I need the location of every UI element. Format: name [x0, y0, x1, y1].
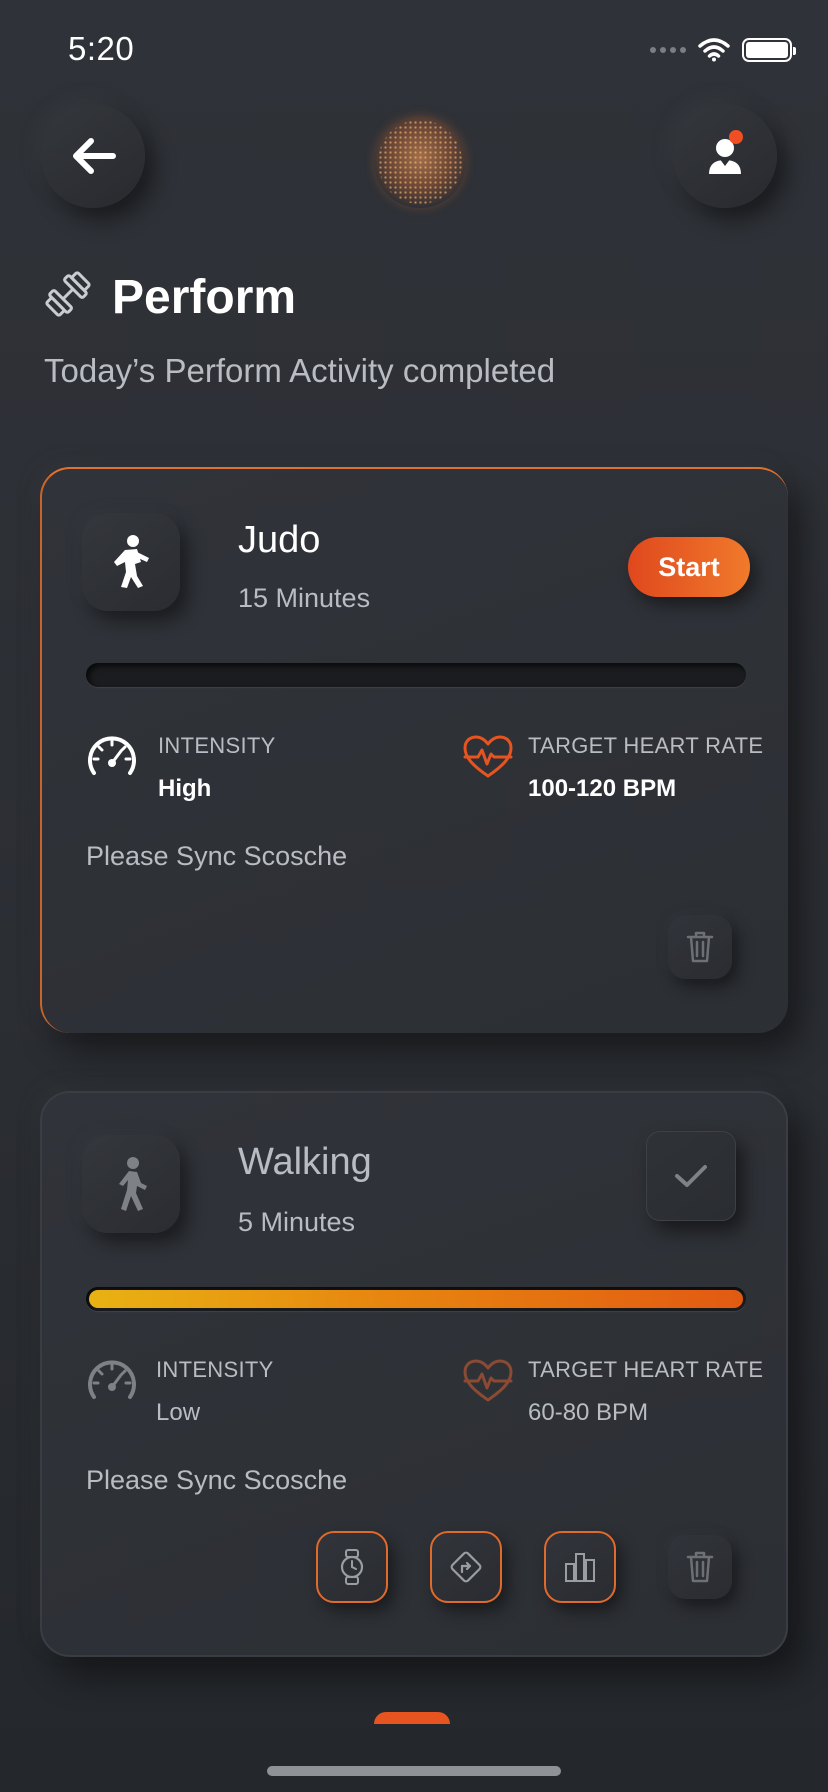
cellular-signal-icon [650, 47, 686, 53]
progress-fill [89, 1290, 743, 1308]
watch-button[interactable] [316, 1531, 388, 1603]
ai-orb-logo[interactable] [374, 116, 466, 208]
notification-dot [729, 130, 743, 144]
intensity-label: INTENSITY [156, 1357, 274, 1382]
start-button[interactable]: Start [628, 537, 750, 597]
martial-arts-icon [114, 535, 149, 588]
home-indicator[interactable] [267, 1766, 561, 1776]
status-time: 5:20 [68, 30, 135, 67]
activity-card-judo[interactable]: Judo 15 Minutes Start INTENSITY High TAR… [40, 467, 788, 1033]
directions-icon [450, 1551, 482, 1583]
floating-action-button-peek[interactable] [374, 1712, 450, 1724]
delete-button[interactable] [668, 915, 732, 979]
activity-icon-tile [82, 513, 180, 611]
back-button[interactable] [41, 104, 145, 208]
intensity-label: INTENSITY [158, 733, 276, 758]
activity-name: Judo [238, 519, 321, 561]
activity-duration: 15 Minutes [238, 583, 371, 613]
battery-icon [742, 38, 796, 62]
intensity-value: Low [156, 1399, 201, 1426]
bar-chart-icon [565, 1553, 595, 1582]
activity-progress-bar [86, 663, 746, 687]
completed-checkbox[interactable] [646, 1131, 736, 1221]
speedometer-icon [88, 736, 136, 775]
activity-progress-bar [86, 1287, 746, 1311]
target-heart-rate-value: 100-120 BPM [528, 775, 677, 802]
page-title: Perform [112, 271, 297, 324]
watch-icon [340, 1549, 364, 1585]
status-icons [650, 38, 796, 62]
activity-name: Walking [238, 1141, 372, 1183]
arrow-left-icon [73, 138, 116, 174]
page-subtitle: Today’s Perform Activity completed [44, 352, 556, 389]
heart-rate-icon [463, 735, 513, 778]
activity-duration: 5 Minutes [238, 1207, 356, 1237]
speedometer-icon [88, 1360, 136, 1399]
activity-card-walking[interactable]: Walking 5 Minutes INTENSITY Low TARGET H… [40, 1091, 788, 1657]
intensity-value: High [158, 775, 212, 802]
walking-icon [119, 1157, 147, 1211]
delete-button[interactable] [668, 1535, 732, 1599]
heart-rate-icon [463, 1359, 513, 1402]
stats-button[interactable] [544, 1531, 616, 1603]
checkmark-icon [675, 1165, 707, 1187]
directions-button[interactable] [430, 1531, 502, 1603]
activity-icon-tile [82, 1135, 180, 1233]
target-heart-rate-label: TARGET HEART RATE [528, 733, 764, 758]
target-heart-rate-value: 60-80 BPM [528, 1399, 649, 1426]
profile-button[interactable] [673, 104, 777, 208]
sync-message: Please Sync Scosche [86, 1465, 348, 1495]
sync-message: Please Sync Scosche [86, 841, 348, 871]
wifi-icon [698, 38, 730, 62]
target-heart-rate-label: TARGET HEART RATE [528, 1357, 764, 1382]
trash-icon [686, 1551, 714, 1583]
dumbbell-icon [45, 271, 91, 317]
trash-icon [686, 931, 714, 963]
